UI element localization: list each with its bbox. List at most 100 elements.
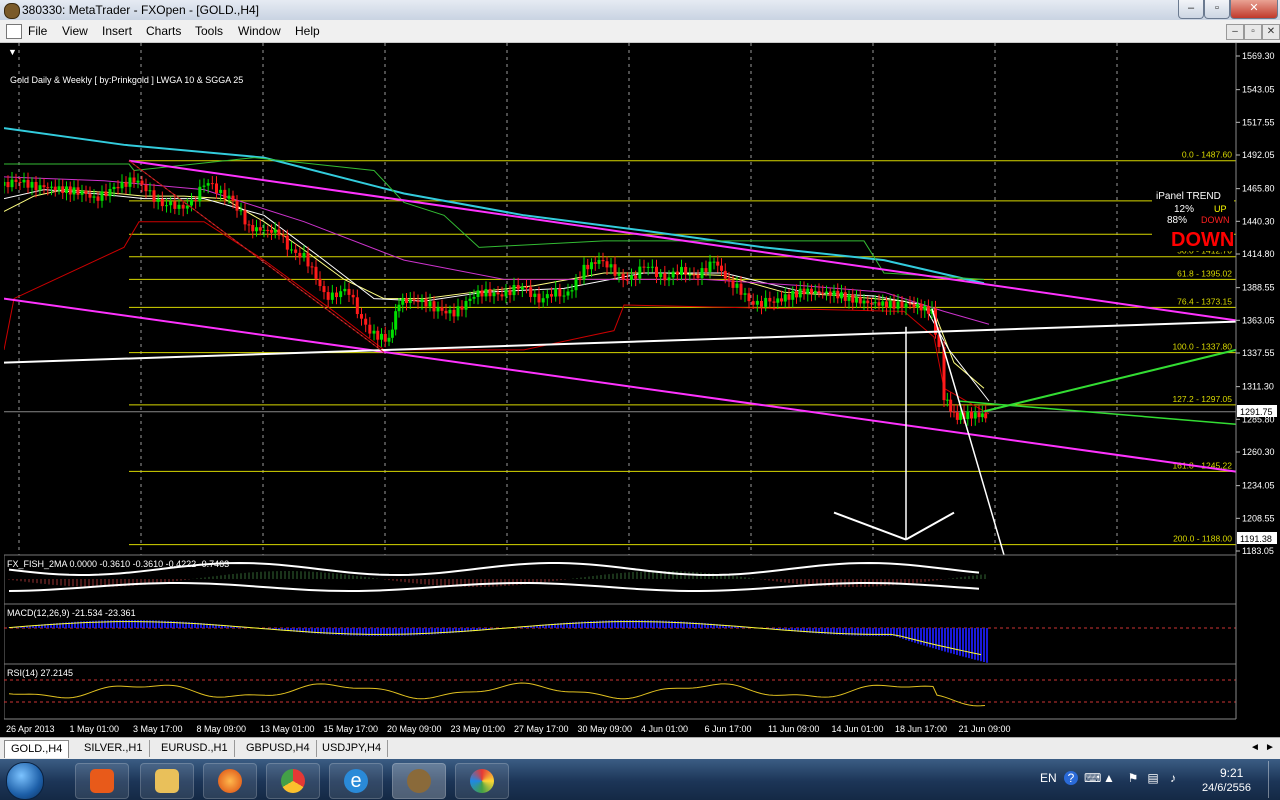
candle-body (680, 266, 683, 275)
chart-arrow-icon[interactable]: ▼ (8, 47, 17, 57)
mdi-restore-button[interactable]: ▫ (1244, 24, 1262, 40)
candle-body (646, 266, 650, 268)
price-axis-label: 1183.05 (1242, 546, 1274, 556)
candle-body (504, 290, 508, 297)
candle-body (4, 181, 6, 186)
candle-body (802, 288, 806, 295)
action-center-flag-icon[interactable]: ⚑ (1126, 771, 1140, 785)
candle-body (198, 186, 202, 202)
candle-body (326, 292, 330, 300)
mdi-close-button[interactable]: ✕ (1262, 24, 1280, 40)
candle-body (488, 289, 492, 297)
candle-body (586, 264, 590, 270)
candle-body (512, 285, 516, 296)
date-axis-label: 27 May 17:00 (514, 724, 569, 734)
chart-window[interactable]: 0.0 - 1487.6023.6 - 1456.2538.2 - 1430.1… (4, 43, 1280, 737)
candle-body (206, 183, 210, 186)
keyboard-icon[interactable]: ⌨ (1084, 771, 1101, 785)
close-button[interactable]: ✕ (1230, 0, 1278, 19)
chart-canvas[interactable]: 0.0 - 1487.6023.6 - 1456.2538.2 - 1430.1… (4, 43, 1280, 737)
menu-view[interactable]: View (62, 24, 88, 38)
candle-body (148, 190, 152, 192)
date-axis-label: 20 May 09:00 (387, 724, 442, 734)
menu-charts[interactable]: Charts (146, 24, 181, 38)
candle-body (76, 187, 80, 195)
candle-body (783, 294, 787, 302)
candle-body (496, 292, 500, 295)
ipanel-down-label: DOWN (1201, 215, 1230, 225)
candle-body (412, 299, 416, 301)
clock-date[interactable]: 24/6/2556 (1202, 782, 1251, 794)
taskbar-chrome[interactable] (266, 763, 320, 799)
tab-eurusd-h1[interactable]: EURUSD.,H1 (155, 740, 235, 757)
volume-icon[interactable]: ♪ (1166, 771, 1180, 785)
show-desktop-button[interactable] (1268, 761, 1279, 798)
tab-scroll-left-icon[interactable]: ◄ (1250, 742, 1260, 753)
tab-scroll-right-icon[interactable]: ► (1265, 742, 1275, 753)
candle-body (10, 179, 14, 188)
candle-body (825, 291, 828, 294)
candle-body (294, 249, 298, 253)
candle-body (18, 181, 22, 183)
menu-insert[interactable]: Insert (102, 24, 132, 38)
candle-body (843, 292, 847, 301)
tab-gbpusd-h4[interactable]: GBPUSD,H4 (240, 740, 317, 757)
minimize-button[interactable]: – (1178, 0, 1204, 19)
candle-body (780, 298, 783, 302)
tab-usdjpy-h4[interactable]: USDJPY,H4 (316, 740, 389, 757)
price-axis-label: 1465.80 (1242, 184, 1275, 194)
mdi-minimize-button[interactable]: – (1226, 24, 1244, 40)
network-icon[interactable]: ▤ (1146, 771, 1160, 785)
candle-body (836, 290, 840, 299)
candle-body (601, 259, 605, 262)
language-indicator[interactable]: EN (1040, 771, 1057, 785)
candle-body (108, 189, 112, 197)
candle-body (380, 333, 383, 340)
candle-body (397, 304, 401, 312)
candle-body (84, 190, 88, 194)
candle-body (136, 180, 140, 183)
menu-tools[interactable]: Tools (195, 24, 223, 38)
start-button[interactable] (6, 762, 44, 800)
date-axis-label: 4 Jun 01:00 (641, 724, 688, 734)
help-icon[interactable]: ? (1064, 771, 1078, 785)
price-axis-label: 1234.05 (1242, 481, 1275, 491)
taskbar-paint[interactable] (455, 763, 509, 799)
clock-time[interactable]: 9:21 (1220, 766, 1243, 780)
tray-arrow-icon[interactable]: ▲ (1102, 771, 1116, 785)
menu-window[interactable]: Window (238, 24, 281, 38)
candle-body (566, 291, 570, 296)
candle-body (828, 291, 832, 296)
candle-body (65, 186, 68, 193)
candle-body (904, 303, 908, 308)
price-axis-label: 1414.80 (1242, 249, 1275, 259)
candle-body (408, 299, 412, 304)
candle-body (955, 412, 959, 420)
taskbar-media-player[interactable] (75, 763, 129, 799)
window-titlebar: 380330: MetaTrader - FXOpen - [GOLD.,H4]… (0, 0, 1280, 21)
candle-body (700, 268, 704, 278)
candle-body (659, 273, 663, 278)
candle-body (235, 200, 239, 211)
fib-level-label: 76.4 - 1373.15 (1177, 296, 1232, 306)
candle-body (949, 399, 953, 412)
candle-body (169, 201, 173, 206)
maximize-button[interactable]: ▫ (1204, 0, 1230, 19)
ie-icon: e (344, 769, 368, 793)
taskbar-internet-explorer[interactable]: e (329, 763, 383, 799)
taskbar-explorer[interactable] (140, 763, 194, 799)
menu-help[interactable]: Help (295, 24, 320, 38)
tab-gold-h4[interactable]: GOLD.,H4 (4, 740, 70, 758)
taskbar-metatrader[interactable] (392, 763, 446, 799)
taskbar-firefox[interactable] (203, 763, 257, 799)
tab-silver-h1[interactable]: SILVER.,H1 (78, 740, 150, 757)
candle-body (322, 286, 326, 293)
fib-level-label: 100.0 - 1337.80 (1172, 342, 1232, 352)
candle-body (68, 186, 72, 195)
indicator-label-macd: MACD(12,26,9) -21.534 -23.361 (7, 608, 136, 618)
candle-body (873, 302, 877, 304)
menu-file[interactable]: File (28, 24, 47, 38)
candle-body (281, 235, 285, 237)
candle-body (529, 287, 533, 297)
fib-level-label: 61.8 - 1395.02 (1177, 268, 1232, 278)
